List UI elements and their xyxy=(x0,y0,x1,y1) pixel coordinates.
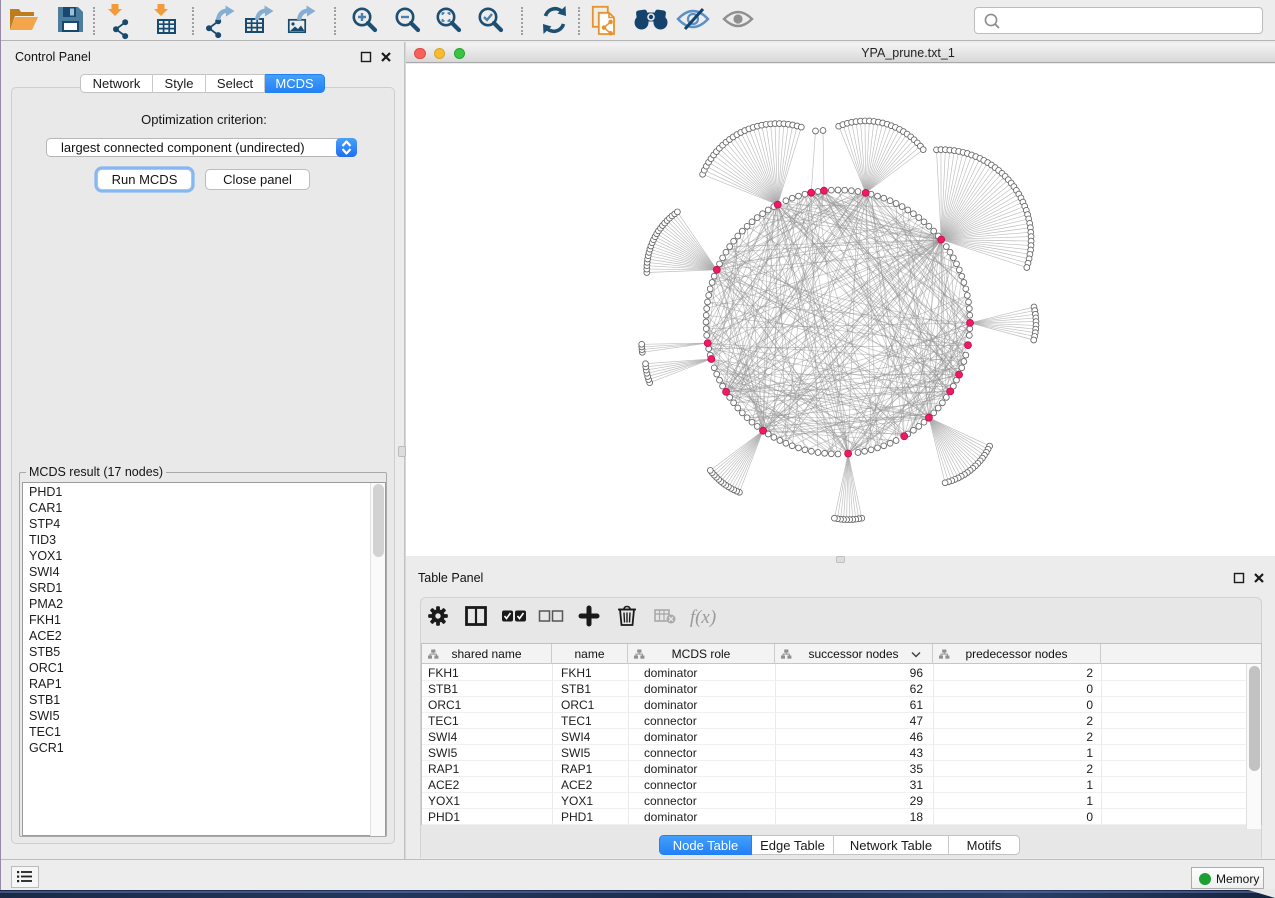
svg-text:f(x): f(x) xyxy=(690,607,716,628)
